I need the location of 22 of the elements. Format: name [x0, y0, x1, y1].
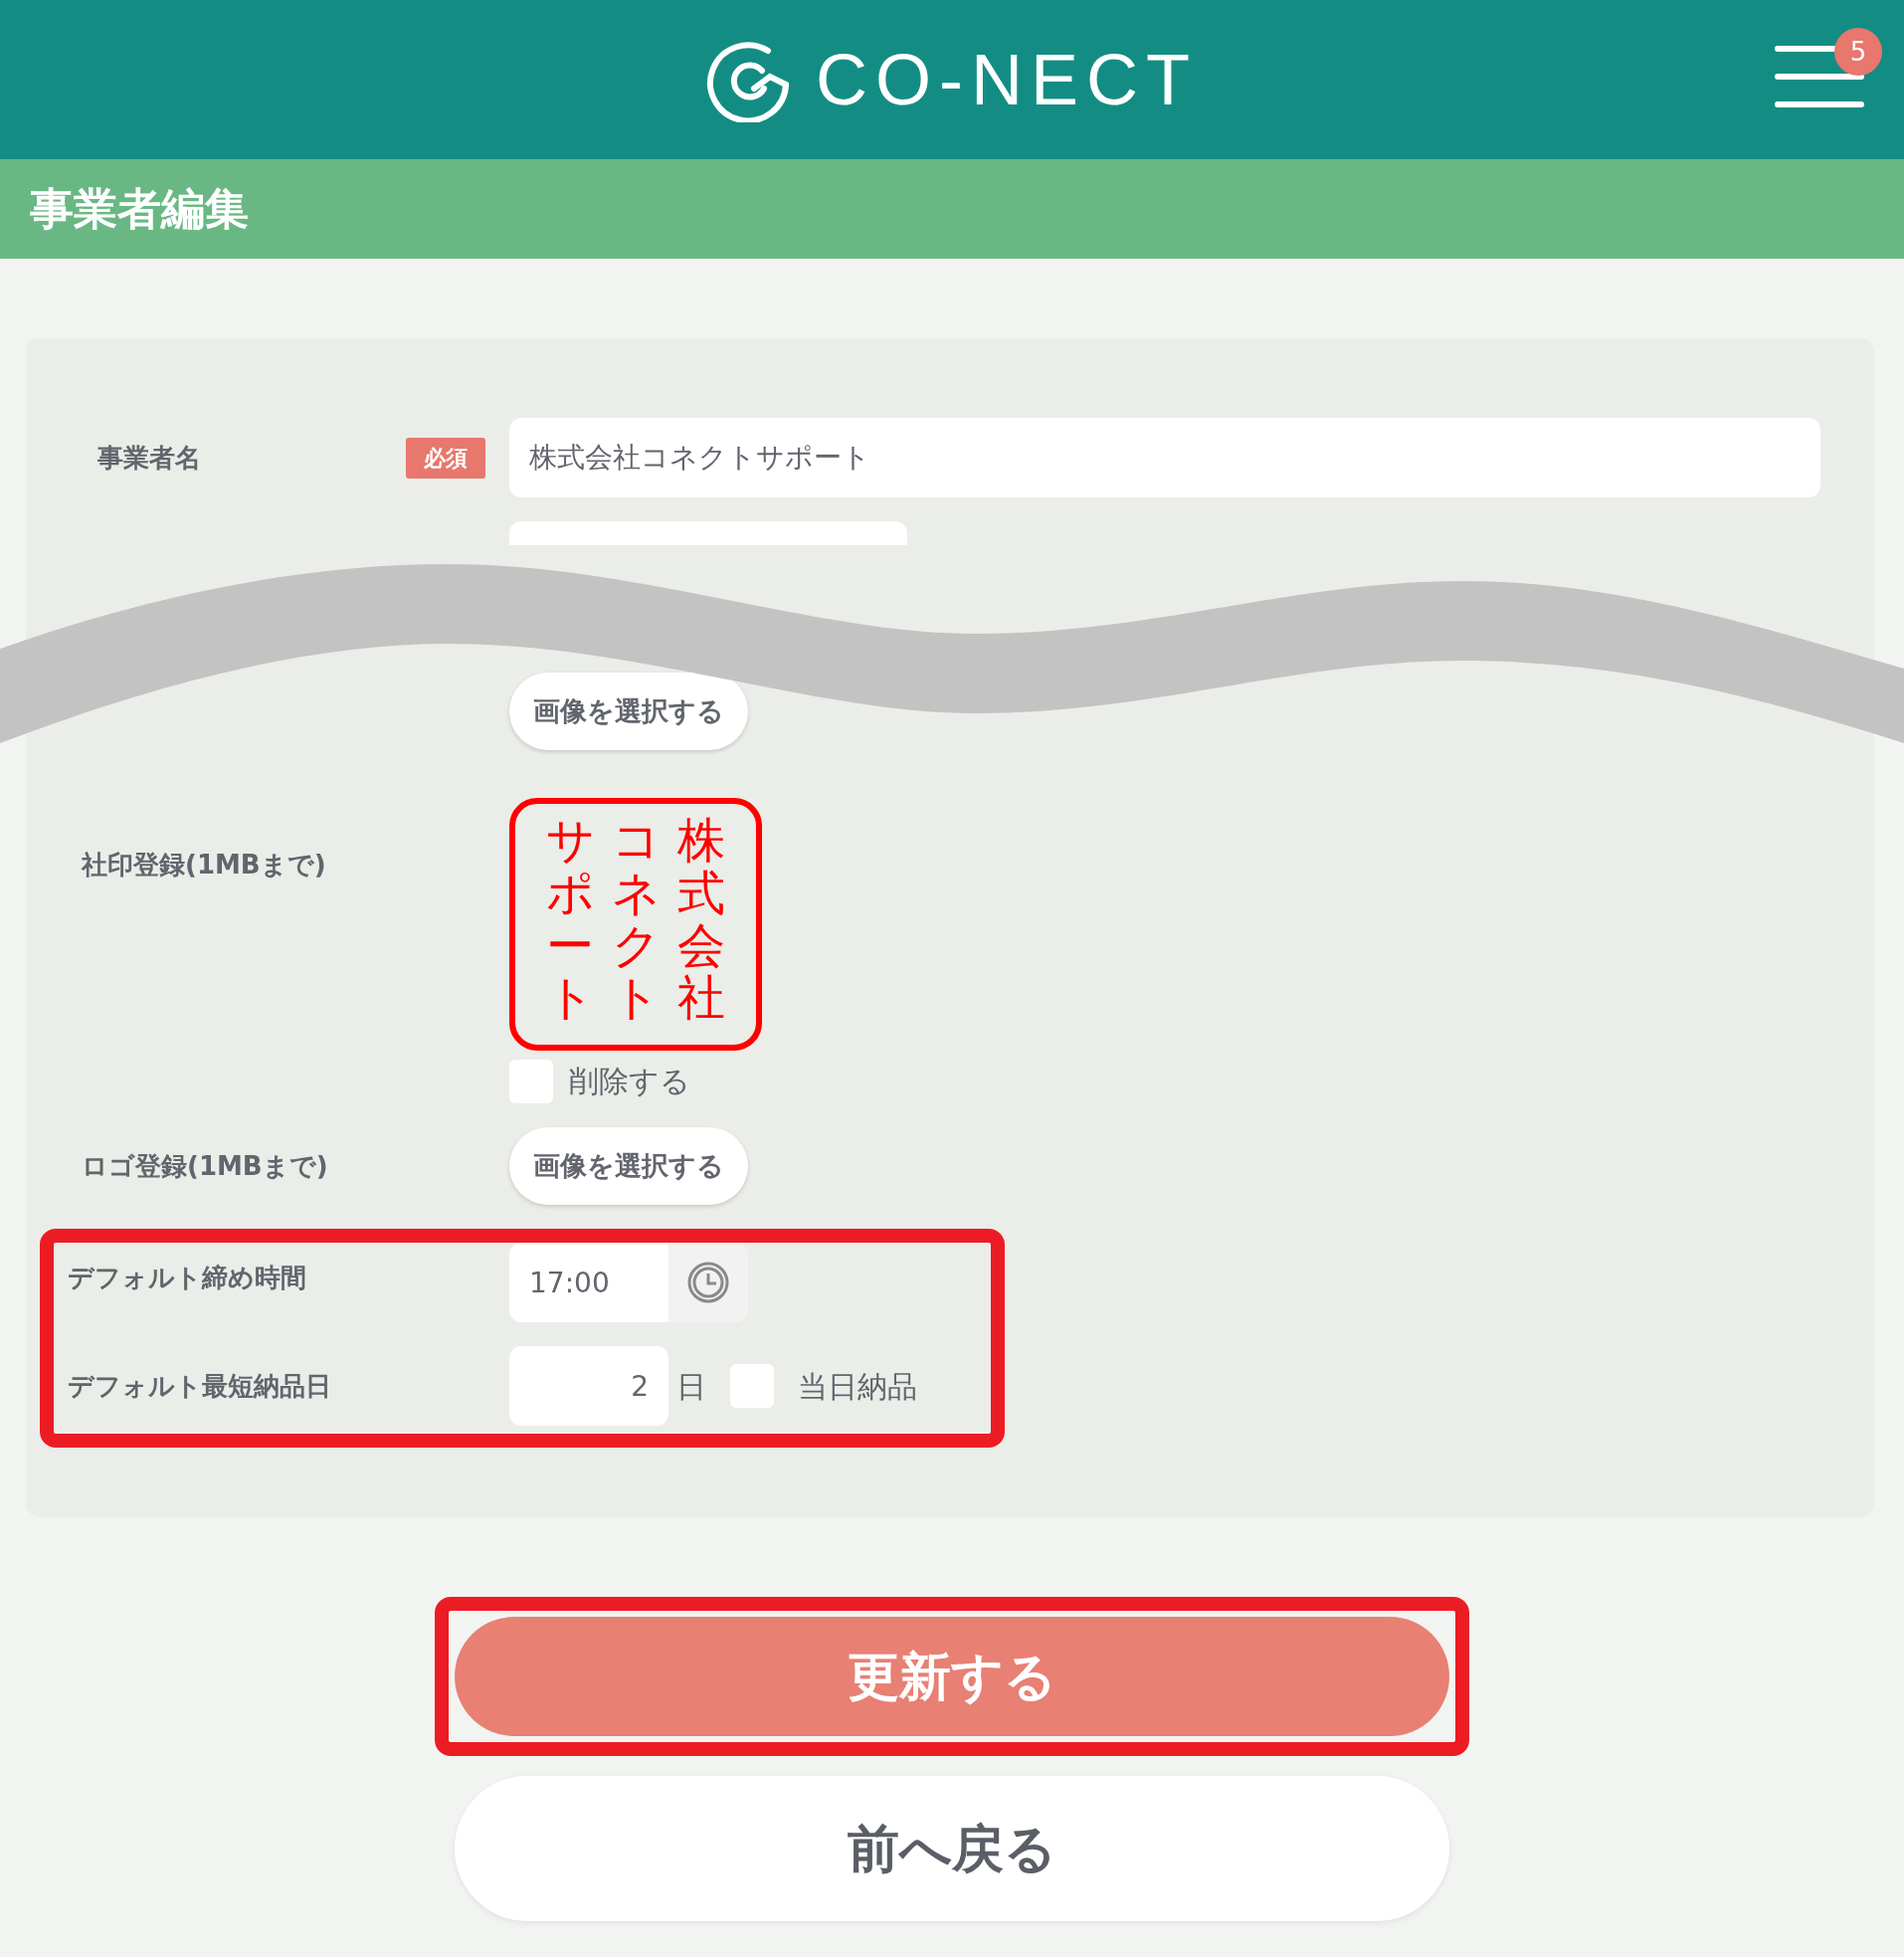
select-image-button[interactable]: 画像を選択する [509, 1127, 748, 1205]
seal-text: コネクト [612, 814, 660, 1028]
back-button[interactable]: 前へ戻る [455, 1776, 1449, 1921]
seal-text: 株式会社 [677, 814, 725, 1028]
clock-icon[interactable] [668, 1243, 748, 1322]
logo-text: CO-NECT [816, 44, 1198, 115]
number-field[interactable]: 2 [509, 1346, 668, 1426]
select-image-button[interactable]: 画像を選択する [509, 673, 748, 750]
notification-badge: 5 [1834, 28, 1882, 76]
field-label: 事業者名 [97, 441, 201, 475]
checkbox-label: 削除する [569, 1063, 690, 1100]
field-label: 社印登録(1MBまで) [82, 849, 327, 881]
field-label: デフォルト最短納品日 [68, 1369, 332, 1403]
required-badge: 必須 [406, 437, 485, 479]
page-title: 事業者編集 [30, 182, 249, 236]
time-field[interactable]: 17:00 [509, 1243, 668, 1322]
unit-label: 日 [676, 1367, 706, 1406]
checkbox-label: 当日納品 [798, 1367, 917, 1406]
field-label: ロゴ登録(1MBまで) [82, 1149, 329, 1183]
text-field[interactable]: 株式会社コネクトサポート [509, 418, 1820, 497]
seal-text: サポート [546, 814, 594, 1028]
field-label: デフォルト締め時間 [68, 1262, 307, 1294]
